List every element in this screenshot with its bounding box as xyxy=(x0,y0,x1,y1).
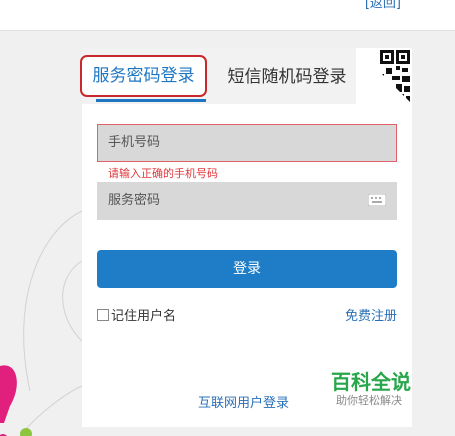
back-link[interactable]: [返回] xyxy=(365,0,401,11)
tab-sms-code[interactable]: 短信随机码登录 xyxy=(220,56,354,98)
watermark-title: 百科全说 xyxy=(331,370,411,394)
internet-user-login-link[interactable]: 互联网用户登录 xyxy=(198,392,289,411)
password-input[interactable]: 服务密码 xyxy=(97,182,397,220)
active-tab-indicator xyxy=(96,99,206,102)
remember-checkbox[interactable] xyxy=(97,308,109,321)
keyboard-icon[interactable] xyxy=(368,194,386,206)
tab-service-password[interactable]: 服务密码登录 xyxy=(80,55,207,97)
watermark-subtitle: 助你轻松解决 xyxy=(336,394,402,407)
login-button[interactable]: 登录 xyxy=(97,250,397,288)
phone-error-message: 请输入正确的手机号码 xyxy=(108,167,218,180)
qr-code-icon[interactable] xyxy=(356,48,412,104)
remember-username[interactable]: 记住用户名 xyxy=(97,305,176,324)
register-link[interactable]: 免费注册 xyxy=(345,305,397,324)
remember-label: 记住用户名 xyxy=(111,309,177,324)
phone-input[interactable]: 手机号码 xyxy=(97,124,397,162)
tab-bar: 服务密码登录 短信随机码登录 xyxy=(80,48,412,104)
password-placeholder: 服务密码 xyxy=(108,193,161,208)
top-bar: [返回] xyxy=(0,0,455,31)
